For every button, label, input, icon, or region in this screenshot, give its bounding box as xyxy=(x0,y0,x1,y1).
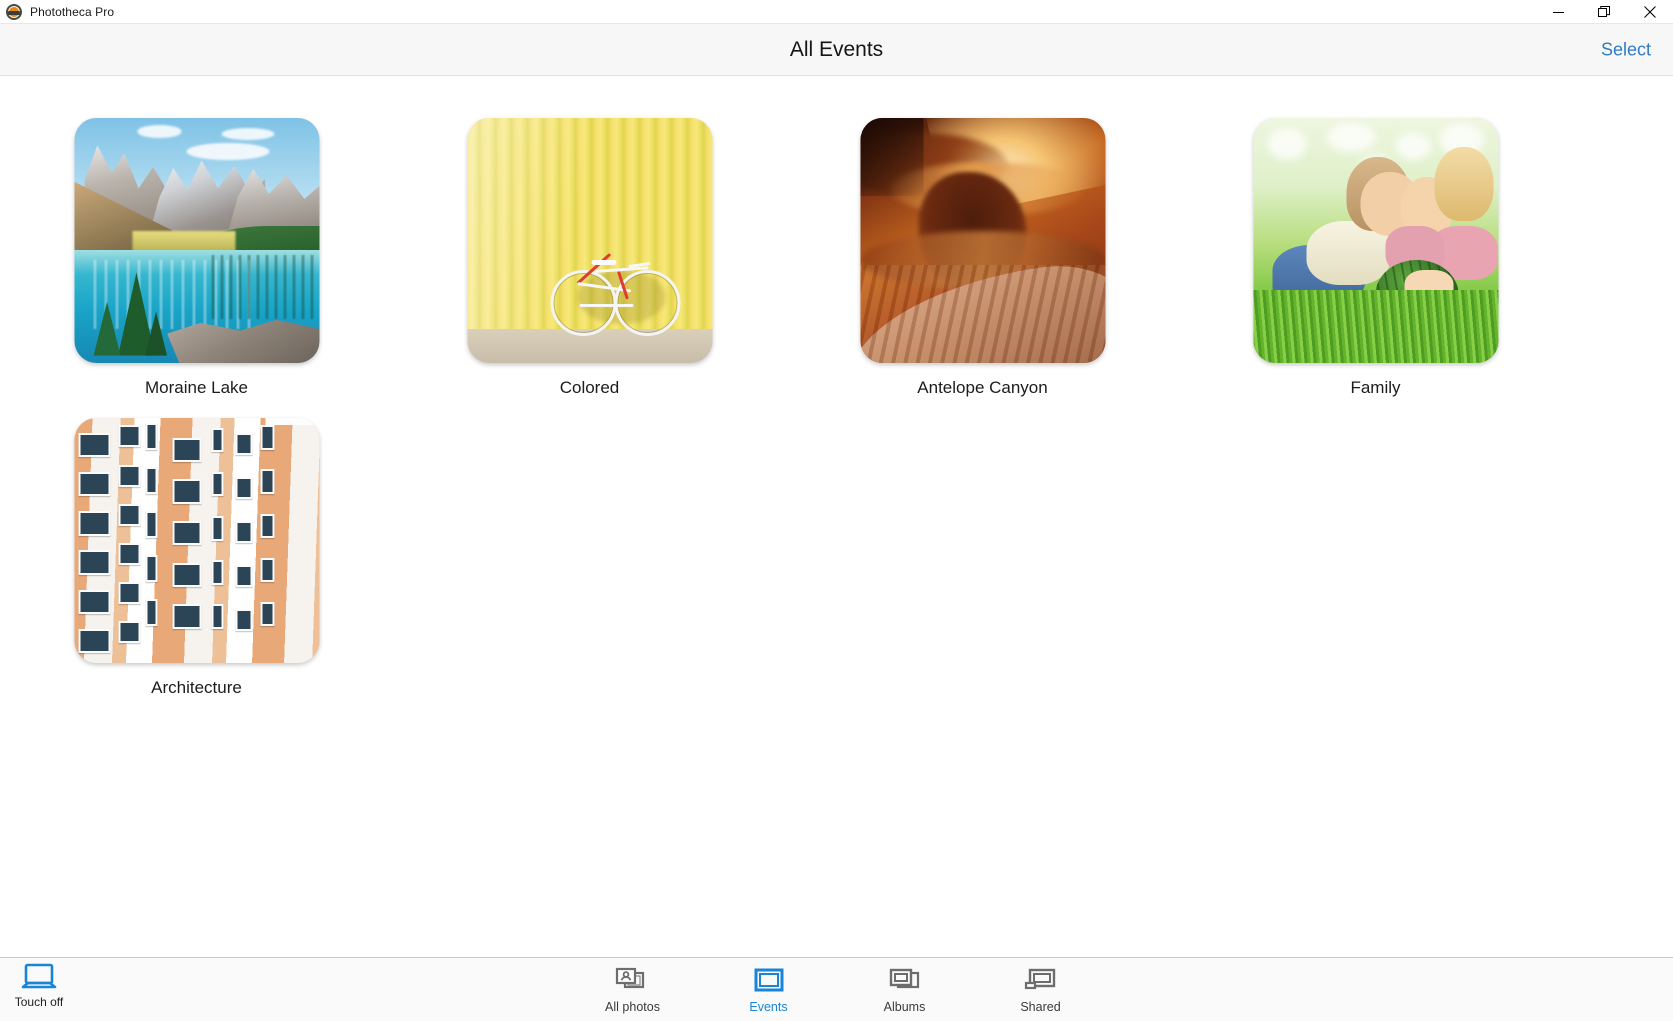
facade-windows xyxy=(74,418,319,663)
nav-item-albums[interactable]: Albums xyxy=(859,965,951,1014)
bottom-bar: Touch off All photos Events Albums Share… xyxy=(0,957,1673,1021)
nav-label-all-photos: All photos xyxy=(605,1000,660,1014)
photos-stack-icon xyxy=(615,967,644,989)
apartment-facade-image[interactable] xyxy=(74,418,319,663)
nav-item-shared[interactable]: Shared xyxy=(995,965,1087,1014)
yellow-wall-bicycle-image[interactable] xyxy=(467,118,712,363)
event-label: Family xyxy=(1350,378,1401,397)
restore-icon[interactable] xyxy=(1581,0,1627,24)
event-label: Colored xyxy=(559,378,620,397)
events-grid: Moraine Lake Colored Antelope Canyon Fam… xyxy=(0,96,1673,697)
event-thumbnail[interactable] xyxy=(467,118,712,363)
header-bar: All Events Select xyxy=(0,24,1673,76)
moraine-lake-image[interactable] xyxy=(74,118,319,363)
touch-mode-label: Touch off xyxy=(14,995,64,1009)
event-card[interactable]: Moraine Lake xyxy=(0,96,393,397)
touch-mode-toggle[interactable]: Touch off xyxy=(8,962,70,1009)
event-label: Antelope Canyon xyxy=(917,378,1048,397)
event-card[interactable]: Antelope Canyon xyxy=(786,96,1179,397)
phototheca-logo-icon xyxy=(5,3,23,21)
children-watermelon-image[interactable] xyxy=(1253,118,1498,363)
event-label: Moraine Lake xyxy=(144,378,248,397)
page-title: All Events xyxy=(789,37,884,61)
nav-item-all-photos[interactable]: All photos xyxy=(587,965,679,1014)
window-controls xyxy=(1535,0,1673,24)
shared-frame-icon xyxy=(1024,968,1055,990)
event-card[interactable]: Colored xyxy=(393,96,786,397)
frames-stack-icon xyxy=(889,968,919,989)
nav-label-shared: Shared xyxy=(1020,1000,1061,1014)
bottom-nav: All photos Events Albums Shared xyxy=(587,965,1087,1014)
title-bar: Phototheca Pro xyxy=(0,0,1673,24)
event-thumbnail[interactable] xyxy=(1253,118,1498,363)
antelope-canyon-image[interactable] xyxy=(860,118,1105,363)
select-button[interactable]: Select xyxy=(1601,39,1651,60)
event-thumbnail[interactable] xyxy=(74,118,319,363)
nav-item-events[interactable]: Events xyxy=(723,965,815,1014)
event-thumbnail[interactable] xyxy=(860,118,1105,363)
event-card[interactable]: Architecture xyxy=(0,396,393,697)
single-frame-icon xyxy=(754,968,783,992)
phototheca-window: Phototheca Pro All Events Select Moraine… xyxy=(0,0,1673,1021)
laptop-icon xyxy=(21,963,57,989)
event-label: Architecture xyxy=(151,678,242,697)
minimize-icon[interactable] xyxy=(1535,0,1581,24)
close-icon[interactable] xyxy=(1627,0,1673,24)
event-thumbnail[interactable] xyxy=(74,418,319,663)
nav-label-events: Events xyxy=(749,1000,788,1014)
event-card[interactable]: Family xyxy=(1179,96,1572,397)
nav-label-albums: Albums xyxy=(883,1000,926,1014)
events-grid-area: Moraine Lake Colored Antelope Canyon Fam… xyxy=(0,76,1673,957)
app-title: Phototheca Pro xyxy=(30,4,115,19)
